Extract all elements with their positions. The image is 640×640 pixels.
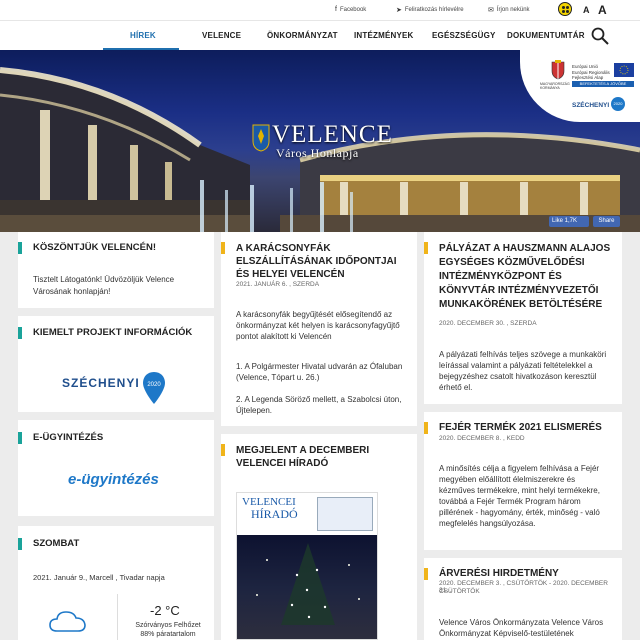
sponsor-year-badge: 2020 — [611, 97, 625, 111]
sponsor-eu-text: Európai Unió Európai Regionális Fejleszt… — [572, 64, 610, 81]
eadmin-logo[interactable]: e-ügyintézés — [68, 471, 159, 488]
sponsor-line-3: Fejlesztési Alap — [572, 75, 604, 80]
hungary-crest-icon — [551, 60, 565, 80]
weather-date: 2021. Január 9., Marcell , Tivadar napja — [33, 573, 165, 582]
utility-bar: f Facebook ➤ Feliratkozás hírlevélre ✉ Í… — [0, 0, 640, 20]
paper-title-2: HÍRADÓ — [251, 507, 298, 521]
paper-cover-photo — [237, 535, 377, 639]
news-title[interactable]: ÁRVERÉSI HIRDETMÉNY — [439, 568, 614, 579]
christmas-tree-illustration — [256, 543, 360, 625]
site-title[interactable]: VELENCE — [272, 122, 393, 147]
facebook-label: Facebook — [339, 6, 367, 13]
card-accent — [424, 568, 428, 580]
send-icon: ➤ — [396, 7, 402, 14]
news-date: 2021. JANUÁR 6. , SZERDA — [236, 281, 320, 288]
fountain-illustration — [200, 180, 353, 232]
news-text: Velence Város Önkormányzata Velence Váro… — [439, 618, 604, 638]
weather-condition: Szórványos Felhőzet — [135, 622, 201, 629]
szechenyi-logo[interactable]: SZÉCHENYI — [62, 376, 140, 390]
envelope-icon: ✉ — [488, 7, 494, 14]
facebook-like-button[interactable]: Like 1,7K — [549, 216, 589, 227]
contact-link[interactable]: ✉ Írjon nekünk — [488, 6, 530, 14]
news-date: 2020. DECEMBER 8. , KEDD — [439, 435, 525, 442]
card-accent — [424, 422, 428, 434]
nav-item-onkormanyzat[interactable]: ÖNKORMÁNYZAT — [267, 31, 338, 40]
site-subtitle: Város Honlapja — [276, 146, 359, 160]
weather-divider — [117, 594, 118, 640]
facebook-link[interactable]: f Facebook — [335, 6, 366, 13]
facebook-share-button[interactable]: Share — [593, 216, 620, 227]
nav-item-intezmenyek[interactable]: INTÉZMÉNYEK — [354, 31, 414, 40]
projects-title: KIEMELT PROJEKT INFORMÁCIÓK — [33, 327, 193, 338]
news-title[interactable]: MEGJELENT A DECEMBERI VELENCEI HÍRADÓ — [236, 444, 409, 470]
news-paragraph-3: 2. A Legenda Söröző mellett, a Szabolcsi… — [236, 395, 402, 415]
font-small-button[interactable]: A — [583, 5, 590, 15]
welcome-card: KÖSZÖNTJÜK VELENCÉN! Tisztelt Látogatónk… — [18, 232, 214, 308]
card-accent — [18, 327, 22, 339]
card-accent — [18, 538, 22, 550]
szechenyi-year: 2020 — [147, 382, 161, 388]
velence-crest-icon — [252, 124, 270, 152]
news-title[interactable]: A KARÁCSONYFÁK ELSZÁLLÍTÁSÁNAK IDŐPONTJA… — [236, 242, 409, 281]
nav-item-hirek[interactable]: HÍREK — [130, 31, 156, 40]
weather-humidity: 88% páratartalom — [140, 631, 196, 638]
weather-description: Szórványos Felhőzet 88% páratartalom — [133, 621, 203, 639]
news-title[interactable]: FEJÉR TERMÉK 2021 ELISMERÉS — [439, 422, 614, 433]
news-paragraph-1: A karácsonyfák begyűjtését elősegítendő … — [236, 310, 400, 341]
news-text: A minősítés célja a figyelem felhívása a… — [439, 464, 600, 528]
main-nav: HÍREK VELENCE ÖNKORMÁNYZAT INTÉZMÉNYEK E… — [0, 20, 640, 51]
eu-flag-icon — [614, 63, 634, 77]
nav-item-egeszsegugy[interactable]: EGÉSZSÉGÜGY — [432, 31, 496, 40]
card-accent — [424, 242, 428, 254]
projects-card: KIEMELT PROJEKT INFORMÁCIÓK SZÉCHENYI 20… — [18, 316, 214, 412]
welcome-text: Tisztelt Látogatónk! Üdvözöljük Velence … — [33, 275, 175, 296]
news-text: A pályázati felhívás teljes szövege a mu… — [439, 350, 607, 392]
sponsor-szechenyi: SZÉCHENYI — [572, 102, 610, 109]
news-date: 2020. DECEMBER 30. , SZERDA — [439, 320, 537, 327]
eadmin-card: E-ÜGYINTÉZÉS — [18, 420, 214, 516]
weather-temperature: -2 °C — [150, 603, 180, 618]
accessibility-icon[interactable] — [558, 2, 572, 16]
card-accent — [18, 242, 22, 254]
eadmin-title: E-ÜGYINTÉZÉS — [33, 432, 104, 443]
news-card-arveresi[interactable]: ÁRVERÉSI HIRDETMÉNY 2020. DECEMBER 3. , … — [424, 558, 622, 640]
facebook-icon: f — [335, 6, 337, 13]
card-accent — [18, 432, 22, 444]
map-pin-icon: 2020 — [143, 372, 165, 404]
card-accent — [221, 444, 225, 456]
newspaper-thumbnail[interactable]: VELENCEI HÍRADÓ — [236, 492, 378, 640]
sponsor-banner: BEFEKTETÉS A JÖVŐBE — [572, 81, 634, 87]
news-card-christmas-trees[interactable]: A KARÁCSONYFÁK ELSZÁLLÍTÁSÁNAK IDŐPONTJA… — [221, 232, 417, 426]
font-large-button[interactable]: A — [598, 3, 607, 17]
news-paragraph-2: 1. A Polgármester Hivatal udvarán az Ófa… — [236, 362, 403, 382]
search-icon[interactable] — [591, 27, 609, 45]
card-accent — [221, 242, 225, 254]
newsletter-label: Feliratkozás hírlevélre — [404, 7, 464, 13]
contact-label: Írjon nekünk — [496, 7, 530, 13]
news-card-palyazat[interactable]: PÁLYÁZAT A HAUSZMANN ALAJOS EGYSÉGES KÖZ… — [424, 232, 622, 404]
news-date-line-2: CSÜTÖRTÖK — [439, 588, 480, 595]
nav-item-dokumentumtar[interactable]: DOKUMENTUMTÁR — [507, 31, 585, 40]
newsletter-link[interactable]: ➤ Feliratkozás hírlevélre — [396, 6, 464, 14]
news-card-fejer-termek[interactable]: FEJÉR TERMÉK 2021 ELISMERÉS 2020. DECEMB… — [424, 412, 622, 550]
nav-item-velence[interactable]: VELENCE — [202, 31, 241, 40]
weather-day: SZOMBAT — [33, 538, 80, 549]
welcome-title: KÖSZÖNTJÜK VELENCÉN! — [33, 242, 156, 253]
news-title[interactable]: PÁLYÁZAT A HAUSZMANN ALAJOS EGYSÉGES KÖZ… — [439, 242, 614, 312]
cloud-icon — [49, 611, 86, 632]
paper-contents-box — [317, 497, 373, 531]
